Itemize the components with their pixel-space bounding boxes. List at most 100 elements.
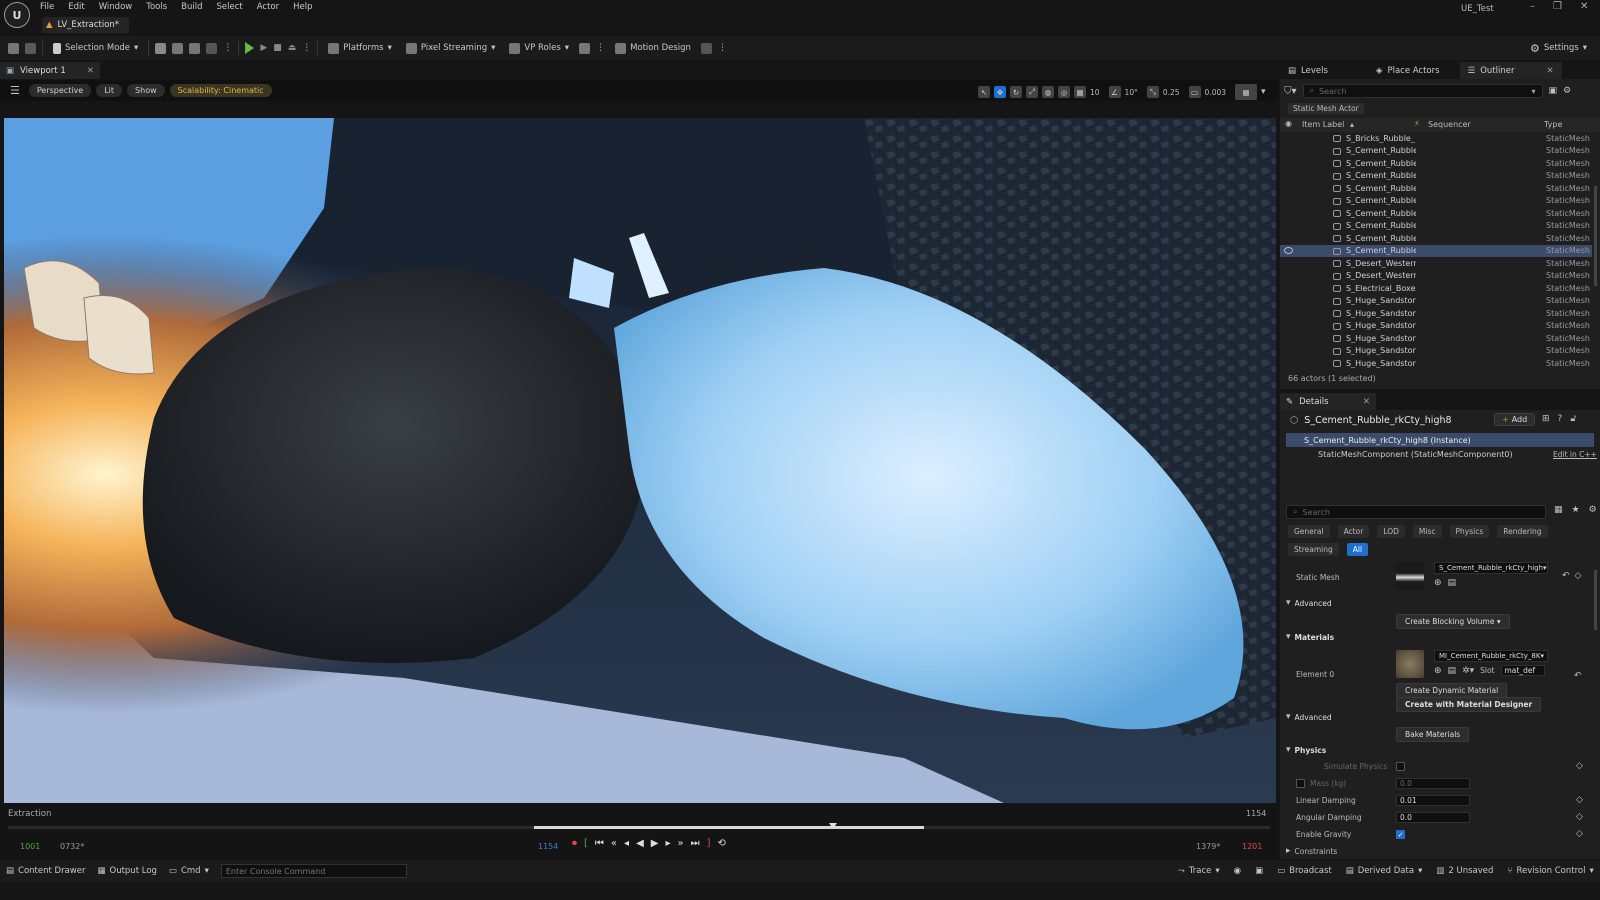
reset-icon[interactable]: ↶ (1562, 571, 1570, 581)
in-frame[interactable]: 1154 (538, 842, 558, 851)
surface-snap-icon[interactable]: ◎ (1058, 86, 1070, 98)
category-physics[interactable]: Physics (1449, 525, 1490, 538)
out-frame[interactable]: 1379* (1196, 842, 1220, 851)
minimize-icon[interactable]: – (1530, 1, 1535, 12)
step-back-icon[interactable]: ◂ (624, 838, 629, 849)
viewport-tab[interactable]: ▣ Viewport 1 ✕ (0, 62, 100, 79)
chevron-down-icon[interactable]: ▾ (1261, 87, 1266, 97)
revision-control-button[interactable]: ⑂ Revision Control ▾ (1507, 866, 1593, 876)
world-local-icon[interactable]: ◍ (1042, 86, 1054, 98)
outliner-row[interactable]: S_Electrical_Boxes StaticMesh (1280, 282, 1592, 295)
outliner-row[interactable]: S_Cement_Rubble_ StaticMesh (1280, 195, 1592, 208)
use-selected-icon[interactable]: ⊕ (1434, 578, 1442, 588)
outliner-row[interactable]: S_Bricks_Rubble_ StaticMesh (1280, 132, 1592, 145)
mark-out-icon[interactable]: ] (707, 838, 711, 849)
step-back-key-icon[interactable]: « (611, 838, 617, 849)
advanced-section-2[interactable]: ▾ Advanced (1286, 712, 1332, 722)
material-combo[interactable]: MI_Cement_Rubble_rkCty_8K ▾ (1434, 650, 1548, 662)
camera-speed-icon[interactable]: ▭ (1188, 86, 1201, 98)
outliner-row[interactable]: S_Cement_Rubble_ StaticMesh (1280, 182, 1592, 195)
unsaved-button[interactable]: ▥ 2 Unsaved (1436, 866, 1493, 876)
menu-select[interactable]: Select (217, 2, 243, 12)
static-mesh-thumbnail[interactable] (1396, 562, 1424, 590)
jump-end-icon[interactable]: ⏭ (691, 838, 700, 849)
grid-snap-icon[interactable]: ▦ (1074, 86, 1086, 98)
create-blocking-volume-button[interactable]: Create Blocking Volume ▾ (1396, 614, 1510, 629)
output-log-button[interactable]: ▦ Output Log (97, 866, 156, 876)
add-component-button[interactable]: + Add (1494, 413, 1536, 426)
save-icon[interactable] (8, 42, 19, 54)
play-forward-icon[interactable]: ▶ (651, 838, 659, 849)
step-forward-icon[interactable]: ▸ (665, 838, 670, 849)
browse-folder-icon[interactable]: ▤ (1448, 578, 1457, 588)
gear-icon[interactable]: ⚙ (1589, 505, 1597, 515)
table-view-icon[interactable]: ▦ (1554, 505, 1563, 515)
perspective-button[interactable]: Perspective (28, 84, 92, 97)
scale-snap-value[interactable]: 0.25 (1163, 88, 1180, 97)
translate-icon[interactable]: ✥ (994, 86, 1006, 98)
snapshot-icon[interactable]: ▣ (1255, 866, 1263, 876)
selection-mode-button[interactable]: Selection Mode ▾ (49, 38, 142, 58)
add-folder-icon[interactable]: ▣ (1549, 86, 1558, 96)
menu-build[interactable]: Build (181, 2, 202, 12)
unreal-logo-icon[interactable]: U (4, 2, 30, 28)
outliner-row[interactable]: S_Huge_Sandstone StaticMesh (1280, 307, 1592, 320)
derived-data-button[interactable]: ▤ Derived Data ▾ (1346, 866, 1423, 876)
menu-edit[interactable]: Edit (68, 2, 84, 12)
record-icon[interactable]: ⏺ (572, 838, 577, 849)
maximize-icon[interactable]: ❐ (1553, 1, 1562, 12)
category-misc[interactable]: Misc (1412, 525, 1442, 538)
help-icon[interactable]: ? (1558, 414, 1563, 424)
add-actor-icon[interactable] (155, 42, 167, 54)
filter-icon[interactable]: ⛉▾ (1284, 86, 1297, 97)
outliner-row[interactable]: S_Cement_Rubble_ StaticMesh (1280, 145, 1592, 158)
category-rendering[interactable]: Rendering (1497, 525, 1548, 538)
instance-row[interactable]: S_Cement_Rubble_rkCty_high8 (Instance) (1286, 433, 1594, 447)
tab-details[interactable]: ✎ Details ✕ (1280, 393, 1376, 410)
scalability-badge[interactable]: Scalability: Cinematic (169, 84, 272, 97)
menu-tools[interactable]: Tools (146, 2, 167, 12)
outliner-row[interactable]: S_Desert_Western StaticMesh (1280, 257, 1592, 270)
lock-icon[interactable]: 🔓︎ (1570, 414, 1576, 424)
platforms-button[interactable]: Platforms ▾ (324, 38, 396, 58)
more-icon[interactable]: ⋮ (302, 43, 311, 53)
more-icon[interactable]: ⋮ (596, 43, 605, 53)
play-simulate-icon[interactable]: ▶ (260, 43, 267, 53)
use-selected-icon[interactable]: ⊕ (1434, 666, 1442, 676)
physics-section[interactable]: ▾ Physics (1286, 745, 1326, 755)
step-forward-key-icon[interactable]: » (678, 838, 684, 849)
filter-chip[interactable]: Static Mesh Actor (1288, 103, 1364, 114)
mass-override-checkbox[interactable] (1296, 779, 1305, 788)
material-options-icon[interactable]: ✲▾ (1462, 666, 1474, 676)
play-reverse-icon[interactable]: ◀ (636, 838, 644, 849)
category-streaming[interactable]: Streaming (1288, 543, 1339, 556)
category-general[interactable]: General (1288, 525, 1330, 538)
layout-grid-icon[interactable]: ▦ (1235, 84, 1258, 100)
playhead-icon[interactable] (829, 823, 837, 829)
outliner-row[interactable]: S_Huge_Sandstone StaticMesh (1280, 295, 1592, 308)
level-tab[interactable]: ▲ LV_Extraction* (42, 17, 130, 33)
outliner-row[interactable]: S_Cement_Rubble_ StaticMesh (1280, 157, 1592, 170)
bake-materials-button[interactable]: Bake Materials (1396, 727, 1470, 742)
revision-icon[interactable] (579, 42, 591, 54)
static-mesh-combo[interactable]: S_Cement_Rubble_rkCty_high ▾ (1434, 562, 1548, 574)
angle-snap-value[interactable]: 10° (1125, 88, 1138, 97)
slot-field[interactable]: mat_def (1500, 665, 1545, 676)
keyframe-icon[interactable]: ◇ (1576, 812, 1583, 822)
visibility-column-icon[interactable]: ◉ (1285, 119, 1292, 128)
outliner-row[interactable]: S_Cement_Rubble_ StaticMesh (1280, 244, 1592, 257)
reset-icon[interactable]: ↶ (1574, 671, 1582, 681)
jump-start-icon[interactable]: ⏮ (595, 838, 604, 849)
materials-section[interactable]: ▾ Materials (1286, 632, 1334, 642)
settings-button[interactable]: ⚙ Settings ▾ (1526, 38, 1591, 58)
outliner-row[interactable]: S_Cement_Rubble_ StaticMesh (1280, 170, 1592, 183)
category-all[interactable]: All (1346, 543, 1369, 556)
grid-size-value[interactable]: 10 (1090, 88, 1100, 97)
gear-icon[interactable]: ⚙ (1563, 86, 1571, 96)
close-icon[interactable]: ✕ (1546, 66, 1553, 76)
angular-damping-field[interactable]: 0.0 (1396, 812, 1470, 823)
hamburger-icon[interactable]: ☰ (10, 84, 20, 97)
layout-icon[interactable] (700, 42, 712, 54)
more-icon[interactable]: ⋮ (718, 43, 727, 53)
rotate-icon[interactable]: ↻ (1010, 86, 1022, 98)
